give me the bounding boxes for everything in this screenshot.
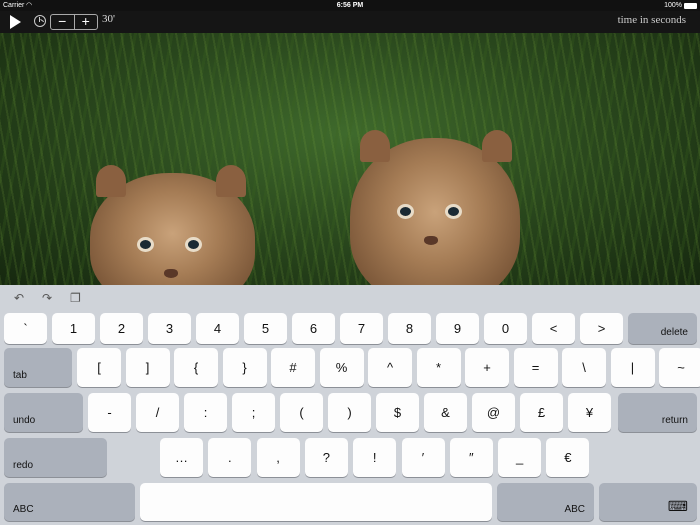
- key-row1-6[interactable]: 6: [292, 313, 335, 344]
- key-row1-8[interactable]: 8: [388, 313, 431, 344]
- space-key[interactable]: [140, 483, 492, 521]
- undo-icon[interactable]: ↶: [14, 291, 24, 305]
- key-row3-7[interactable]: &: [424, 393, 467, 432]
- tab-key[interactable]: tab: [4, 348, 72, 387]
- abc-key-right[interactable]: ABC: [497, 483, 594, 521]
- key-row3-9[interactable]: £: [520, 393, 563, 432]
- battery-icon: [684, 3, 697, 9]
- key-row2-1[interactable]: ]: [125, 348, 170, 387]
- increment-button[interactable]: +: [75, 14, 98, 29]
- key-row1-10[interactable]: 0: [484, 313, 527, 344]
- time-caption: time in seconds: [617, 14, 686, 26]
- key-row2-9[interactable]: =: [513, 348, 558, 387]
- redo-icon[interactable]: ↷: [42, 291, 52, 305]
- key-row3-10[interactable]: ¥: [568, 393, 611, 432]
- key-row1-7[interactable]: 7: [340, 313, 383, 344]
- shortcut-bar: ↶ ↷ ❐: [0, 285, 700, 311]
- key-row2-10[interactable]: \: [562, 348, 606, 387]
- key-row1-2[interactable]: 2: [100, 313, 143, 344]
- key-row4-0[interactable]: …: [160, 438, 203, 477]
- key-row3-6[interactable]: $: [376, 393, 419, 432]
- key-row2-5[interactable]: %: [319, 348, 364, 387]
- key-row4-1[interactable]: .: [208, 438, 252, 477]
- key-row3-1[interactable]: /: [136, 393, 179, 432]
- key-row3-0[interactable]: -: [88, 393, 131, 432]
- key-row2-3[interactable]: }: [222, 348, 267, 387]
- key-row2-6[interactable]: ^: [368, 348, 412, 387]
- decrement-button[interactable]: −: [51, 14, 75, 29]
- key-row1-1[interactable]: 1: [52, 313, 95, 344]
- key-row1-0[interactable]: `: [4, 313, 47, 344]
- key-row4-3[interactable]: ?: [304, 438, 348, 477]
- key-row3-8[interactable]: @: [472, 393, 515, 432]
- abc-key-left[interactable]: ABC: [4, 483, 135, 521]
- key-row1-11[interactable]: <: [532, 313, 575, 344]
- toolbar: − + 30' time in seconds: [0, 11, 700, 33]
- key-row1-4[interactable]: 4: [196, 313, 239, 344]
- timer-icon[interactable]: [34, 15, 46, 27]
- duration-value: 30': [102, 13, 115, 25]
- key-row2-12[interactable]: ~: [659, 348, 700, 387]
- play-icon[interactable]: [10, 15, 21, 29]
- key-row3-5[interactable]: ): [328, 393, 371, 432]
- key-row4-7[interactable]: _: [498, 438, 542, 477]
- delete-key[interactable]: delete: [628, 313, 697, 344]
- key-row2-4[interactable]: #: [271, 348, 315, 387]
- key-row2-7[interactable]: *: [416, 348, 461, 387]
- key-row2-11[interactable]: |: [610, 348, 655, 387]
- kitten-right: [350, 130, 520, 285]
- key-row2-2[interactable]: {: [174, 348, 218, 387]
- return-key[interactable]: return: [618, 393, 697, 432]
- key-row4-2[interactable]: ,: [256, 438, 300, 477]
- keyboard: ↶ ↷ ❐ ` 1 2 3 4 5 6 7 8 9 0 < > delete tab[]{} #% ^ * + = \ |…: [0, 285, 700, 525]
- key-row1-3[interactable]: 3: [148, 313, 191, 344]
- key-row4-6[interactable]: ″: [449, 438, 493, 477]
- key-row2-0[interactable]: [: [77, 348, 121, 387]
- key-row3-3[interactable]: ;: [232, 393, 275, 432]
- paste-icon[interactable]: ❐: [70, 291, 81, 305]
- key-row4-8[interactable]: €: [546, 438, 590, 477]
- key-row4-4[interactable]: !: [353, 438, 397, 477]
- key-row4-5[interactable]: ′: [401, 438, 445, 477]
- duration-stepper[interactable]: − +: [50, 14, 98, 30]
- slideshow-photo[interactable]: [0, 33, 700, 285]
- keyboard-dismiss-icon[interactable]: ⌨: [599, 483, 697, 521]
- redo-key[interactable]: redo: [4, 438, 107, 477]
- key-row3-2[interactable]: :: [184, 393, 227, 432]
- undo-key[interactable]: undo: [4, 393, 83, 432]
- key-row1-5[interactable]: 5: [244, 313, 287, 344]
- status-bar: Carrier ◠ 6:56 PM 100%: [0, 0, 700, 11]
- key-row2-8[interactable]: +: [465, 348, 509, 387]
- battery-percent: 100%: [664, 2, 682, 9]
- key-row1-9[interactable]: 9: [436, 313, 479, 344]
- kitten-left: [90, 165, 255, 285]
- key-row3-4[interactable]: (: [280, 393, 323, 432]
- clock: 6:56 PM: [336, 2, 364, 9]
- key-row1-12[interactable]: >: [580, 313, 623, 344]
